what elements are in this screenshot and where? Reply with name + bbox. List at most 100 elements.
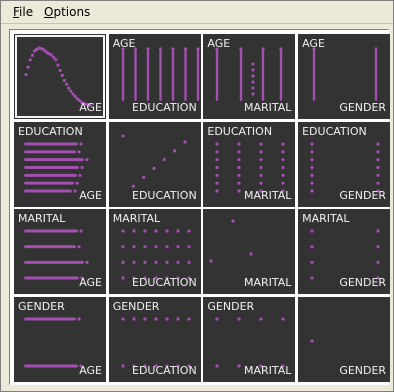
- lattice-point: [165, 245, 169, 249]
- range-bar: [24, 317, 76, 321]
- lattice-point: [237, 173, 241, 177]
- lattice-point: [176, 245, 180, 249]
- range-point: [251, 62, 255, 66]
- lattice-point: [121, 245, 125, 249]
- lattice-point: [121, 364, 125, 368]
- lattice-point: [176, 317, 180, 321]
- lattice-point: [143, 245, 147, 249]
- plot-cell-gender-age[interactable]: GENDER AGE: [14, 297, 106, 383]
- range-point: [374, 47, 378, 51]
- plot-cell-gender-marital[interactable]: GENDER MARITAL: [203, 297, 296, 383]
- lattice-point: [187, 245, 191, 249]
- range-bar: [133, 50, 137, 101]
- plot-cell-age-marital[interactable]: AGE MARITAL: [203, 34, 296, 119]
- axis-label-x: GENDER: [339, 276, 387, 290]
- plot-cell-age-education[interactable]: AGE EDUCATION: [108, 34, 201, 119]
- range-bar: [24, 157, 84, 161]
- lattice-point: [154, 317, 158, 321]
- lattice-point: [259, 142, 263, 146]
- plot-cell-gender-gender[interactable]: GENDER: [298, 297, 391, 383]
- range-bar: [24, 229, 78, 233]
- lattice-point: [310, 165, 314, 169]
- axis-label-y: AGE: [302, 37, 325, 50]
- axis-label-x: EDUCATION: [132, 276, 197, 290]
- lattice-point: [237, 189, 241, 193]
- axis-label-y: MARITAL: [302, 212, 350, 226]
- plot-cell-gender-education[interactable]: GENDER EDUCATION: [108, 297, 201, 383]
- lattice-point: [187, 261, 191, 265]
- axis-label-y: AGE: [112, 37, 136, 50]
- plot-cell-education-marital[interactable]: EDUCATION MARITAL: [203, 121, 296, 207]
- range-bar: [24, 142, 78, 146]
- plot-cell-age-age[interactable]: AGE: [14, 34, 106, 119]
- range-point: [146, 47, 150, 51]
- lattice-point: [154, 261, 158, 265]
- menu-file-label: ile: [19, 5, 34, 19]
- plot-cell-marital-gender[interactable]: MARITAL GENDER: [298, 209, 391, 295]
- axis-label-x: GENDER: [339, 188, 387, 202]
- axis-label-x: AGE: [79, 364, 102, 378]
- density-point: [60, 73, 64, 78]
- axis-label-y: MARITAL: [112, 212, 161, 226]
- lattice-point: [176, 261, 180, 265]
- lattice-point: [281, 142, 285, 146]
- axis-label-x: GENDER: [339, 101, 387, 114]
- plot-cell-age-gender[interactable]: AGE GENDER: [298, 34, 391, 119]
- lattice-point: [132, 245, 136, 249]
- menu-file[interactable]: File: [13, 5, 33, 19]
- lattice-point: [215, 364, 219, 368]
- lattice-point: [281, 173, 285, 177]
- range-point: [251, 74, 255, 78]
- range-point: [80, 165, 84, 169]
- diag-point: [231, 219, 235, 223]
- range-point: [261, 47, 265, 51]
- lattice-point: [376, 149, 380, 154]
- axis-label-y: GENDER: [112, 300, 160, 314]
- lattice-point: [237, 165, 241, 169]
- lattice-point: [143, 229, 147, 233]
- axis-label-y: AGE: [207, 37, 231, 50]
- density-point: [56, 63, 60, 67]
- range-point: [73, 189, 77, 193]
- lattice-point: [237, 142, 241, 146]
- axis-label-x: MARITAL: [243, 364, 292, 378]
- range-bar: [121, 50, 124, 101]
- plot-cell-marital-education[interactable]: MARITAL EDUCATION: [108, 209, 201, 295]
- plot-cell-education-education[interactable]: EDUCATION: [108, 121, 201, 207]
- lattice-point: [132, 229, 136, 233]
- range-bar: [24, 364, 78, 368]
- lattice-point: [310, 276, 314, 280]
- menu-options[interactable]: Options: [44, 5, 90, 19]
- range-point: [158, 47, 162, 51]
- density-point: [71, 92, 75, 96]
- axis-label-y: EDUCATION: [18, 124, 83, 138]
- diag-point: [152, 166, 156, 170]
- lattice-point: [215, 149, 219, 154]
- lattice-point: [215, 189, 219, 193]
- range-point: [239, 47, 243, 51]
- diag-point: [131, 184, 135, 188]
- menu-options-label: ptions: [53, 5, 91, 19]
- lattice-point: [237, 364, 241, 368]
- range-bar: [24, 173, 77, 177]
- lattice-point: [281, 181, 285, 185]
- plot-cell-education-gender[interactable]: EDUCATION GENDER: [298, 121, 391, 207]
- menu-bar: File Options: [1, 1, 393, 24]
- plot-cell-education-age[interactable]: EDUCATION AGE: [14, 121, 106, 207]
- density-point: [64, 82, 69, 86]
- lattice-point: [215, 173, 219, 177]
- lattice-point: [121, 276, 125, 280]
- diag-point: [249, 252, 253, 256]
- plot-cell-marital-age[interactable]: MARITAL AGE: [14, 209, 106, 295]
- lattice-point: [281, 317, 285, 321]
- plot-cell-marital-marital[interactable]: MARITAL: [203, 209, 296, 295]
- diag-point: [121, 134, 125, 138]
- lattice-point: [310, 149, 314, 154]
- scatter-matrix: AGE AGE EDUCATION AGE MARITAL AGE GENDER EDUCAT…: [9, 29, 391, 385]
- axis-label-x: AGE: [79, 101, 102, 114]
- lattice-point: [376, 261, 380, 265]
- axis-label-x: AGE: [79, 276, 102, 290]
- density-point: [26, 65, 30, 69]
- range-bar: [24, 181, 74, 185]
- range-bar: [312, 50, 316, 101]
